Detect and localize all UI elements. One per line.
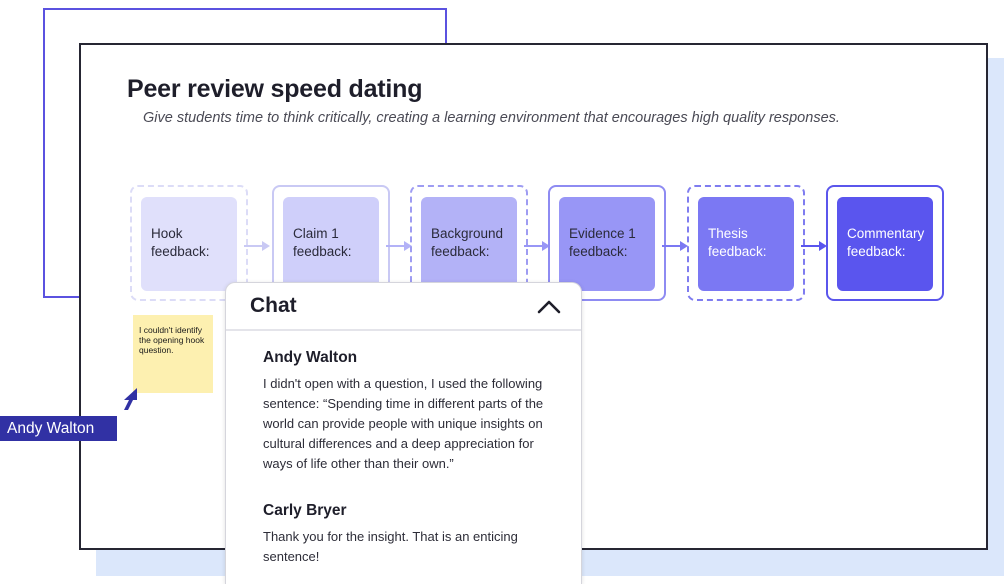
step-card-evidence-1[interactable]: Evidence 1 feedback: <box>559 197 655 291</box>
chat-panel[interactable]: Chat Andy Walton I didn't open with a qu… <box>225 282 582 584</box>
step-label-evidence-1: Evidence 1 feedback: <box>569 226 636 259</box>
cursor-user-label: Andy Walton <box>0 416 117 441</box>
message-author: Carly Bryer <box>263 502 347 519</box>
message-author: Andy Walton <box>263 349 358 366</box>
arrow-right-icon <box>524 241 550 251</box>
step-label-background: Background feedback: <box>431 226 504 259</box>
sticky-note[interactable]: I couldn't identify the opening hook que… <box>133 315 213 393</box>
step-card-thesis[interactable]: Thesis feedback: <box>698 197 794 291</box>
step-card-claim-1[interactable]: Claim 1 feedback: <box>283 197 379 291</box>
arrow-right-icon <box>244 241 270 251</box>
message-text: Thank you for the insight. That is an en… <box>263 529 518 564</box>
step-frame-commentary: Commentary feedback: <box>826 185 944 301</box>
step-frame-thesis: Thesis feedback: <box>687 185 805 301</box>
chat-header[interactable]: Chat <box>226 283 581 331</box>
arrow-right-icon <box>801 241 827 251</box>
sticky-note-text: I couldn't identify the opening hook que… <box>139 325 205 355</box>
chevron-up-icon[interactable] <box>536 296 562 316</box>
step-label-thesis: Thesis feedback: <box>708 226 767 259</box>
arrow-right-icon <box>386 241 412 251</box>
step-card-commentary[interactable]: Commentary feedback: <box>837 197 933 291</box>
board-subtitle: Give students time to think critically, … <box>143 110 840 126</box>
step-label-commentary: Commentary feedback: <box>847 226 925 259</box>
step-card-background[interactable]: Background feedback: <box>421 197 517 291</box>
step-label-claim-1: Claim 1 feedback: <box>293 226 352 259</box>
chat-message: Carly Bryer Thank you for the insight. T… <box>263 502 563 567</box>
board-title: Peer review speed dating <box>127 75 423 103</box>
chat-title: Chat <box>250 294 297 317</box>
message-text: I didn't open with a question, I used th… <box>263 376 544 471</box>
step-card-hook[interactable]: Hook feedback: <box>141 197 237 291</box>
arrow-right-icon <box>662 241 688 251</box>
step-label-hook: Hook feedback: <box>151 226 210 259</box>
cursor-arrow-icon <box>124 388 137 410</box>
chat-message: Andy Walton I didn't open with a questio… <box>263 349 563 474</box>
